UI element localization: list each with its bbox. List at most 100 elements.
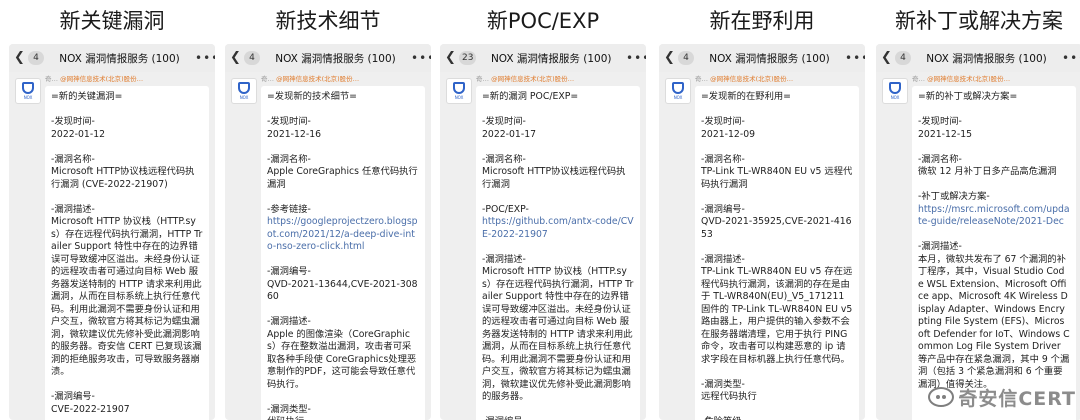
message-line <box>918 229 1070 242</box>
message-link[interactable]: https://googleprojectzero.blogspot.com/2… <box>267 216 419 254</box>
category-column: 新在野利用 ❮4 NOX 漏洞情报服务 (100) ••• NOX 奇… @网神信息技术(… <box>659 0 865 420</box>
message-line: 本月，微软共发布了 67 个漏洞的补丁程序，其中，Visual Studio C… <box>918 253 1070 390</box>
message-line: Microsoft HTTP协议栈远程代码执行漏洞 (CVE-2022-2190… <box>51 166 195 190</box>
more-options-icon[interactable]: ••• <box>626 51 646 65</box>
message-line: Apple 的图像渲染（CoreGraphics）存在整数溢出漏洞，攻击者可采取… <box>267 328 417 390</box>
sender-name: 奇… @网神信息技术(北京)股份… <box>45 74 211 84</box>
message-line: 微软 12 月补丁日多产品高危漏洞 <box>918 166 1057 177</box>
sender-org: @网神信息技术(北京)股份… <box>710 75 794 83</box>
message-line <box>701 141 853 154</box>
category-column: 新关键漏洞 ❮4 NOX 漏洞情报服务 (100) ••• NOX 奇… @网神信息技术(… <box>9 0 215 420</box>
message-line <box>918 104 1070 117</box>
message-line: -漏洞编号- <box>482 416 634 420</box>
message-bubble: =新的关键漏洞= -发现时间- 2022-01-12 -漏洞名称- Microsoft … <box>45 86 209 420</box>
message-line: 2022-01-12 <box>51 128 106 140</box>
more-options-icon[interactable]: ••• <box>1062 51 1080 65</box>
category-column: 新技术细节 ❮4 NOX 漏洞情报服务 (100) ••• NOX 奇… @网神信息技术(… <box>225 0 431 420</box>
message-line: -发现时间- <box>482 116 526 127</box>
message-line: -漏洞描述- <box>918 241 962 252</box>
message-line <box>267 191 419 204</box>
message-line <box>701 241 853 254</box>
message-line: -发现时间- <box>701 116 745 127</box>
sender-avatar[interactable]: NOX <box>882 78 908 104</box>
chat-title: NOX 漏洞情报服务 (100) <box>59 52 180 65</box>
chat-title: NOX 漏洞情报服务 (100) <box>709 52 830 65</box>
message-line <box>482 241 634 254</box>
message-line: -发现时间- <box>918 116 962 127</box>
message-line: TP-Link TL-WR840N EU v5 远程代码执行漏洞 <box>701 166 853 190</box>
message-bubble: =发现新的技术细节= -发现时间- 2021-12-16 -漏洞名称- Apple Co… <box>261 86 425 420</box>
message-line: -漏洞编号- <box>267 266 311 277</box>
sender-prefix: 奇… <box>261 75 274 83</box>
message-line <box>701 404 853 417</box>
sender-avatar[interactable]: NOX <box>665 78 691 104</box>
message-line <box>482 191 634 204</box>
message-line: Apple CoreGraphics 任意代码执行漏洞 <box>267 166 418 190</box>
chat-title: NOX 漏洞情报服务 (100) <box>926 52 1047 65</box>
back-chevron-icon[interactable]: ❮ <box>881 44 893 72</box>
message-line: -漏洞编号- <box>701 203 745 215</box>
message-line <box>267 104 419 117</box>
message-line <box>267 141 419 154</box>
message-line: 2021-12-15 <box>918 128 973 140</box>
sender-org: @网神信息技术(北京)股份… <box>927 75 1011 83</box>
message-line <box>482 404 634 417</box>
sender-avatar[interactable]: NOX <box>15 78 41 104</box>
message-line <box>482 104 634 117</box>
message-line: TP-Link TL-WR840N EU v5 存在远程代码执行漏洞，该漏洞的存… <box>701 266 856 365</box>
sender-prefix: 奇… <box>912 75 925 83</box>
message-line <box>51 191 203 204</box>
message-bubble: =新的补丁或解决方案= -发现时间- 2021-12-15 -漏洞名称- 微软 12 月… <box>912 86 1076 420</box>
message-line: QVD-2021-35925,CVE-2021-41653 <box>701 216 852 240</box>
category-heading: 新关键漏洞 <box>59 9 165 33</box>
chat-screenshot: ❮4 NOX 漏洞情报服务 (100) ••• NOX 奇… @网神信息技术(北京)股份… <box>659 44 865 420</box>
wechat-icon <box>928 387 955 407</box>
sender-avatar[interactable]: NOX <box>231 78 257 104</box>
message-line: -参考链接- <box>267 203 311 215</box>
message-line <box>918 141 1070 154</box>
more-options-icon[interactable]: ••• <box>411 51 431 65</box>
message-link[interactable]: https://msrc.microsoft.com/update-guide/… <box>918 204 1070 229</box>
message-line: -漏洞名称- <box>51 153 95 165</box>
more-options-icon[interactable]: ••• <box>195 51 215 65</box>
chat-navbar: ❮4 NOX 漏洞情报服务 (100) ••• <box>225 44 431 72</box>
message-line: -漏洞描述- <box>267 316 311 327</box>
chat-screenshot: ❮23 NOX 漏洞情报服务 (100) ••• NOX 奇… @网神信息技术(北京)股… <box>440 44 646 420</box>
message-line <box>51 104 203 117</box>
message-line: =新的漏洞 POC/EXP= <box>482 91 579 102</box>
message-line: -漏洞编号- <box>51 391 95 402</box>
unread-badge: 4 <box>28 51 44 65</box>
sender-name: 奇… @网神信息技术(北京)股份… <box>476 74 642 84</box>
unread-badge: 23 <box>459 51 477 65</box>
message-line: -漏洞名称- <box>267 153 311 165</box>
sender-avatar[interactable]: NOX <box>446 78 472 104</box>
message-bubble: =新的漏洞 POC/EXP= -发现时间- 2022-01-17 -漏洞名称- Micr… <box>476 86 640 420</box>
message-line: -POC/EXP- <box>482 203 529 215</box>
message-line <box>701 366 853 379</box>
message-line <box>701 191 853 204</box>
sender-prefix: 奇… <box>476 75 489 83</box>
avatar-label: NOX <box>890 95 900 100</box>
more-options-icon[interactable]: ••• <box>845 51 865 65</box>
message-line: 代码执行 <box>267 416 419 420</box>
sender-org: @网神信息技术(北京)股份… <box>491 75 575 83</box>
message-line: -漏洞描述- <box>482 253 526 265</box>
message-line: -危险等级- <box>701 416 853 420</box>
message-line <box>267 304 419 317</box>
watermark-text: 奇安信CERT <box>958 387 1076 410</box>
sender-org: @网神信息技术(北京)股份… <box>60 75 144 83</box>
chat-title: NOX 漏洞情报服务 (100) <box>275 52 396 65</box>
back-chevron-icon[interactable]: ❮ <box>445 44 457 72</box>
message-line: -发现时间- <box>267 116 311 127</box>
avatar-label: NOX <box>239 95 249 100</box>
message-link[interactable]: https://github.com/antx-code/CVE-2022-21… <box>482 216 634 241</box>
message-line <box>701 104 853 117</box>
message-line: -发现时间- <box>51 116 95 127</box>
message-line: -补丁或解决方案- <box>918 191 990 202</box>
back-chevron-icon[interactable]: ❮ <box>664 44 676 72</box>
message-line <box>51 141 203 154</box>
back-chevron-icon[interactable]: ❮ <box>230 44 242 72</box>
back-chevron-icon[interactable]: ❮ <box>14 44 26 72</box>
sender-name: 奇… @网神信息技术(北京)股份… <box>912 74 1078 84</box>
sender-name: 奇… @网神信息技术(北京)股份… <box>261 74 427 84</box>
